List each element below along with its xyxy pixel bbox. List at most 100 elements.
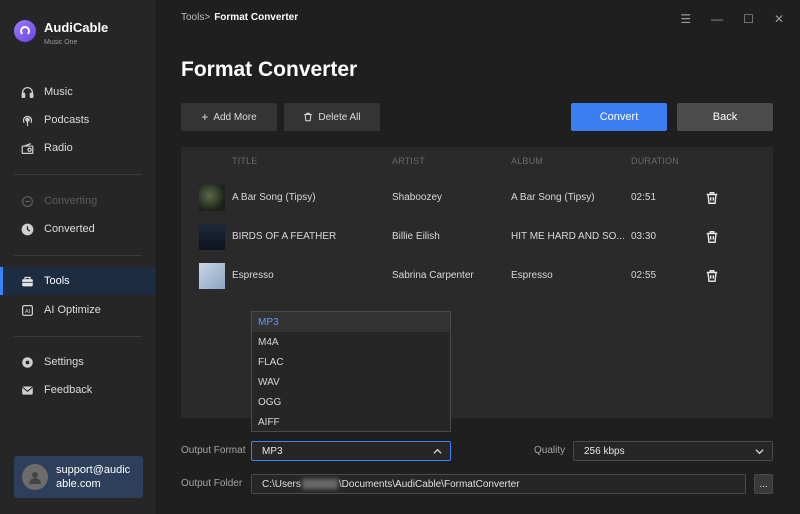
minimize-icon[interactable]: —: [711, 12, 723, 26]
sidebar-item-label: Tools: [44, 275, 70, 287]
delete-all-button[interactable]: Delete All: [284, 103, 380, 131]
column-header-album: ALBUM: [511, 156, 544, 166]
sidebar-item-settings[interactable]: Settings: [0, 348, 156, 376]
redacted-username: [301, 479, 338, 489]
track-title: A Bar Song (Tipsy): [232, 192, 316, 203]
folder-path-prefix: C:\Users: [262, 478, 301, 490]
sidebar: AudiCable Music One Music Podcasts Radio…: [0, 0, 157, 514]
sidebar-item-label: Feedback: [44, 384, 93, 396]
browse-folder-button[interactable]: ...: [754, 474, 773, 494]
sidebar-divider: [14, 174, 142, 175]
delete-all-label: Delete All: [318, 111, 361, 123]
sidebar-divider: [14, 336, 142, 337]
sidebar-item-label: Podcasts: [44, 114, 90, 126]
sidebar-item-tools[interactable]: Tools: [0, 267, 156, 295]
folder-path-suffix: \Documents\AudiCable\FormatConverter: [338, 478, 520, 490]
table-row[interactable]: A Bar Song (Tipsy) Shaboozey A Bar Song …: [181, 181, 773, 217]
track-artist: Sabrina Carpenter: [392, 270, 474, 281]
close-icon[interactable]: ✕: [774, 12, 784, 26]
trash-icon[interactable]: [705, 230, 719, 244]
sidebar-item-music[interactable]: Music: [0, 78, 156, 106]
track-album: A Bar Song (Tipsy): [511, 192, 595, 203]
table-row[interactable]: BIRDS OF A FEATHER Billie Eilish HIT ME …: [181, 220, 773, 256]
sidebar-item-label: Music: [44, 86, 73, 98]
breadcrumb-separator: >: [204, 12, 211, 23]
sidebar-item-label: AI Optimize: [44, 304, 101, 316]
maximize-icon[interactable]: ☐: [743, 12, 754, 26]
page-title: Format Converter: [181, 58, 358, 81]
format-option-ogg[interactable]: OGG: [252, 392, 450, 412]
format-option-m4a[interactable]: M4A: [252, 332, 450, 352]
user-account[interactable]: support@audicable.com: [14, 456, 143, 498]
ai-icon: AI: [22, 304, 33, 316]
sidebar-item-radio[interactable]: Radio: [0, 134, 156, 162]
user-email: support@audicable.com: [56, 464, 131, 490]
back-button[interactable]: Back: [677, 103, 773, 131]
breadcrumb-current: Format Converter: [214, 12, 299, 23]
album-art: [199, 224, 225, 250]
track-artist: Shaboozey: [392, 192, 443, 203]
chevron-down-icon: [755, 449, 764, 455]
output-folder-field[interactable]: C:\Users \Documents\AudiCable\FormatConve…: [251, 474, 746, 494]
album-art: [199, 263, 225, 289]
trash-icon[interactable]: [705, 269, 719, 283]
quality-label: Quality: [534, 445, 566, 456]
window-controls: ☰ — ☐ ✕: [680, 12, 784, 26]
quality-select[interactable]: 256 kbps: [573, 441, 773, 461]
trash-icon[interactable]: [705, 191, 719, 205]
table-row[interactable]: Espresso Sabrina Carpenter Espresso 02:5…: [181, 259, 773, 295]
toolbox-icon: [22, 276, 33, 286]
track-artist: Billie Eilish: [392, 231, 440, 242]
sidebar-item-label: Converted: [44, 223, 95, 235]
output-format-value: MP3: [262, 445, 283, 457]
app-subtitle: Music One: [44, 39, 78, 46]
output-format-label: Output Format: [181, 445, 246, 456]
track-album: Espresso: [511, 270, 553, 281]
clock-icon: [21, 223, 34, 235]
breadcrumb-parent[interactable]: Tools: [181, 12, 204, 23]
format-option-aiff[interactable]: AIFF: [252, 412, 450, 432]
headphones-icon: [21, 86, 34, 98]
column-header-artist: ARTIST: [392, 156, 426, 166]
user-icon: [29, 472, 41, 484]
track-duration: 02:55: [631, 270, 657, 281]
format-option-mp3[interactable]: MP3: [252, 312, 450, 332]
sidebar-item-feedback[interactable]: Feedback: [0, 376, 156, 404]
track-album: HIT ME HARD AND SO...: [511, 231, 625, 242]
chevron-up-icon: [433, 448, 442, 454]
sidebar-item-ai-optimize[interactable]: AI AI Optimize: [0, 296, 156, 324]
output-folder-label: Output Folder: [181, 478, 243, 489]
column-header-duration: DURATION: [631, 156, 679, 166]
format-option-flac[interactable]: FLAC: [252, 352, 450, 372]
mail-icon: [22, 385, 33, 395]
brand: AudiCable Music One: [14, 14, 108, 46]
gear-icon: [22, 356, 33, 368]
track-duration: 02:51: [631, 192, 657, 203]
track-duration: 03:30: [631, 231, 657, 242]
add-more-label: Add More: [213, 111, 257, 123]
sidebar-item-converting[interactable]: Converting: [0, 187, 156, 215]
sidebar-divider: [14, 255, 142, 256]
breadcrumb: Tools> Format Converter: [181, 12, 298, 23]
convert-button[interactable]: Convert: [571, 103, 667, 131]
format-option-wav[interactable]: WAV: [252, 372, 450, 392]
column-header-title: TITLE: [232, 156, 258, 166]
sidebar-item-label: Settings: [44, 356, 84, 368]
app-name: AudiCable: [44, 20, 109, 35]
output-format-select[interactable]: MP3: [251, 441, 451, 461]
format-dropdown-list: MP3 M4A FLAC WAV OGG AIFF: [251, 311, 451, 432]
radio-icon: [21, 142, 34, 154]
sidebar-item-podcasts[interactable]: Podcasts: [0, 106, 156, 134]
menu-icon[interactable]: ☰: [680, 12, 691, 26]
svg-text:AI: AI: [25, 308, 31, 314]
plus-icon: +: [201, 110, 209, 124]
track-title: Espresso: [232, 270, 274, 281]
app-logo: [14, 20, 36, 42]
trash-icon: [304, 112, 313, 122]
sidebar-item-label: Converting: [44, 195, 98, 207]
track-title: BIRDS OF A FEATHER: [232, 231, 337, 242]
add-more-button[interactable]: + Add More: [181, 103, 277, 131]
sidebar-item-converted[interactable]: Converted: [0, 215, 156, 243]
sidebar-item-label: Radio: [44, 142, 73, 154]
converting-icon: [22, 195, 33, 207]
